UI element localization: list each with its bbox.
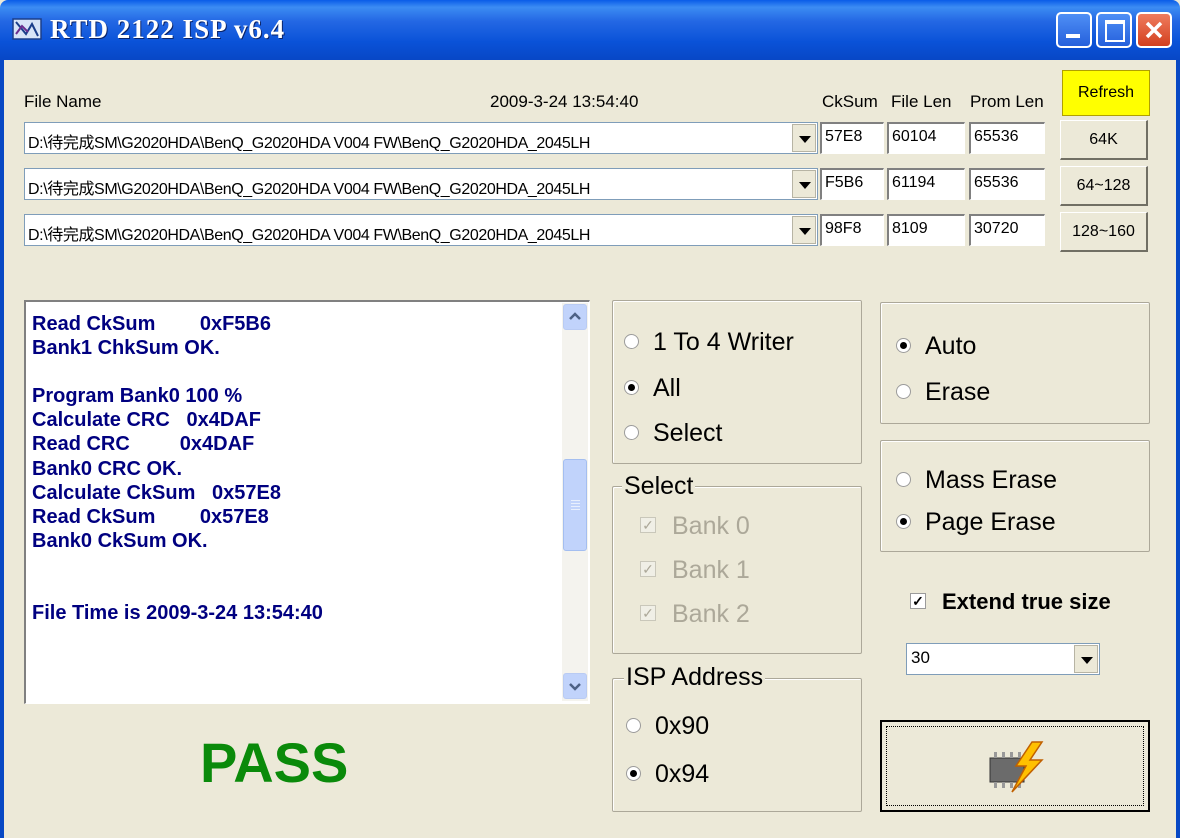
minimize-icon <box>1066 34 1080 38</box>
erase-mode-option[interactable]: Erase <box>896 378 990 407</box>
lightning-chip-icon <box>989 741 1044 793</box>
log-lines: Read CkSum 0xF5B6 Bank1 ChkSum OK. Progr… <box>32 313 323 625</box>
prom-len-field[interactable]: 30720 <box>969 214 1045 246</box>
app-icon <box>12 18 42 40</box>
chevron-down-icon[interactable] <box>792 170 816 198</box>
file-path-text: D:\待完成SM\G2020HDA\BenQ_G2020HDA V004 FW\… <box>28 181 591 198</box>
log-output[interactable]: Read CkSum 0xF5B6 Bank1 ChkSum OK. Progr… <box>24 300 590 704</box>
chevron-down-icon <box>569 683 581 691</box>
minimize-button[interactable] <box>1056 12 1092 48</box>
file-path-combo[interactable]: D:\待完成SM\G2020HDA\BenQ_G2020HDA V004 FW\… <box>24 214 818 246</box>
file-path-combo[interactable]: D:\待完成SM\G2020HDA\BenQ_G2020HDA V004 FW\… <box>24 168 818 200</box>
bank-checkbox[interactable]: ✓ Bank 0 <box>640 512 750 541</box>
isp-address-option[interactable]: 0x94 <box>626 760 709 789</box>
radio-icon <box>626 765 641 781</box>
maximize-icon <box>1105 20 1125 42</box>
erase-type-option[interactable]: Page Erase <box>896 508 1056 537</box>
scroll-thumb[interactable] <box>563 459 587 551</box>
close-button[interactable] <box>1136 12 1172 48</box>
bank-64k-button[interactable]: 64K <box>1060 120 1148 160</box>
erase-mode-option-label: Auto <box>925 332 977 360</box>
checkbox-icon: ✓ <box>640 561 656 578</box>
log-scrollbar[interactable] <box>562 303 588 701</box>
checkbox-icon: ✓ <box>910 593 926 610</box>
extend-true-size-checkbox[interactable]: ✓ Extend true size <box>910 589 1111 615</box>
cksum-field[interactable]: 98F8 <box>820 214 884 246</box>
file-path-combo[interactable]: D:\待完成SM\G2020HDA\BenQ_G2020HDA V004 FW\… <box>24 122 818 154</box>
isp-address-group <box>612 678 862 812</box>
radio-icon <box>896 471 911 487</box>
file-len-field[interactable]: 60104 <box>887 122 965 154</box>
radio-icon <box>624 424 639 440</box>
chevron-down-icon[interactable] <box>1074 645 1098 673</box>
status-pass: PASS <box>200 731 349 794</box>
program-button[interactable] <box>880 720 1150 812</box>
erase-type-option[interactable]: Mass Erase <box>896 466 1057 495</box>
bank-checkbox-label: Bank 0 <box>672 512 750 540</box>
isp-address-legend: ISP Address <box>624 663 766 692</box>
chevron-down-icon[interactable] <box>792 124 816 152</box>
writer-mode-option-label: Select <box>653 419 723 447</box>
isp-address-option[interactable]: 0x90 <box>626 712 709 741</box>
radio-icon <box>624 379 639 395</box>
cksum-field[interactable]: 57E8 <box>820 122 884 154</box>
erase-mode-option-label: Erase <box>925 378 991 406</box>
extend-label: Extend true size <box>942 589 1111 614</box>
bank-64-128-button[interactable]: 64~128 <box>1060 166 1148 206</box>
select-group-legend: Select <box>622 472 696 501</box>
scroll-down-button[interactable] <box>563 673 587 699</box>
prom-len-label: Prom Len <box>970 92 1044 111</box>
cksum-field[interactable]: F5B6 <box>820 168 884 200</box>
checkbox-icon: ✓ <box>640 517 656 534</box>
erase-type-option-label: Page Erase <box>925 508 1056 536</box>
radio-icon <box>624 333 639 349</box>
chevron-down-icon[interactable] <box>792 216 816 244</box>
file-path-text: D:\待完成SM\G2020HDA\BenQ_G2020HDA V004 FW\… <box>28 227 591 244</box>
writer-mode-option[interactable]: 1 To 4 Writer <box>624 328 794 357</box>
window-frame-right <box>1176 60 1180 838</box>
size-select[interactable]: 30 <box>906 643 1100 675</box>
scroll-up-button[interactable] <box>563 304 587 330</box>
radio-icon <box>896 383 911 399</box>
prom-len-field[interactable]: 65536 <box>969 122 1045 154</box>
grip-icon <box>571 500 580 501</box>
maximize-button[interactable] <box>1096 12 1132 48</box>
writer-mode-option[interactable]: Select <box>624 419 722 448</box>
checkbox-icon: ✓ <box>640 605 656 622</box>
file-path-text: D:\待完成SM\G2020HDA\BenQ_G2020HDA V004 FW\… <box>28 135 591 152</box>
bank-checkbox-label: Bank 1 <box>672 556 750 584</box>
file-name-label: File Name <box>24 92 102 111</box>
file-len-field[interactable]: 61194 <box>887 168 965 200</box>
bank-checkbox-label: Bank 2 <box>672 600 750 628</box>
writer-mode-option[interactable]: All <box>624 374 681 403</box>
file-len-label: File Len <box>891 92 952 111</box>
bank-checkbox[interactable]: ✓ Bank 2 <box>640 600 750 629</box>
writer-mode-option-label: All <box>653 374 681 402</box>
cksum-label: CkSum <box>822 92 878 111</box>
radio-icon <box>896 337 911 353</box>
window-title: RTD 2122 ISP v6.4 <box>50 14 286 44</box>
radio-icon <box>626 717 641 733</box>
radio-icon <box>896 513 911 529</box>
erase-type-option-label: Mass Erase <box>925 466 1057 494</box>
file-time-label: 2009-3-24 13:54:40 <box>490 92 639 111</box>
refresh-button[interactable]: Refresh <box>1062 70 1150 116</box>
chevron-up-icon <box>569 312 581 320</box>
size-select-value: 30 <box>911 648 930 667</box>
window-frame-left <box>0 60 4 838</box>
isp-address-option-label: 0x94 <box>655 760 710 788</box>
erase-mode-option[interactable]: Auto <box>896 332 976 361</box>
writer-mode-option-label: 1 To 4 Writer <box>653 328 794 356</box>
close-icon <box>1145 21 1163 39</box>
file-len-field[interactable]: 8109 <box>887 214 965 246</box>
prom-len-field[interactable]: 65536 <box>969 168 1045 200</box>
isp-address-option-label: 0x90 <box>655 712 710 740</box>
bank-checkbox[interactable]: ✓ Bank 1 <box>640 556 750 585</box>
bank-128-160-button[interactable]: 128~160 <box>1060 212 1148 252</box>
